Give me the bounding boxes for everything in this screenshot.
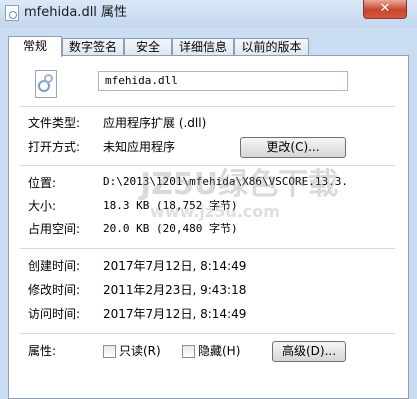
location-value: D:\2013\1201\mfehida\X86\VSCORE.13.3.0.	[103, 175, 348, 188]
close-icon: ✕	[379, 1, 391, 16]
accessed-label: 访问时间:	[28, 307, 81, 321]
dll-file-icon	[5, 5, 19, 21]
modified-value: 2011年2月23日, 9:43:18	[103, 283, 247, 297]
separator	[20, 248, 395, 249]
tab-previous-versions[interactable]: 以前的版本	[234, 38, 309, 56]
location-field[interactable]: D:\2013\1201\mfehida\X86\VSCORE.13.3.0.	[103, 174, 348, 192]
file-type-value: 应用程序扩展 (.dll)	[103, 116, 207, 130]
hidden-label[interactable]: 隐藏(H)	[198, 343, 240, 359]
tab-strip: 常规 数字签名 安全 详细信息 以前的版本	[8, 36, 409, 57]
location-label: 位置:	[28, 176, 57, 190]
separator	[20, 333, 395, 334]
opens-with-label: 打开方式:	[28, 140, 81, 154]
separator	[20, 106, 395, 107]
size-on-disk-label: 占用空间:	[28, 222, 81, 236]
size-value: 18.3 KB (18,752 字节)	[103, 199, 238, 212]
file-type-label: 文件类型:	[28, 116, 81, 130]
size-label: 大小:	[28, 199, 57, 213]
advanced-button[interactable]: 高级(D)...	[272, 341, 346, 362]
readonly-label[interactable]: 只读(R)	[119, 343, 161, 359]
hidden-checkbox[interactable]	[182, 345, 195, 358]
attributes-label: 属性:	[28, 344, 57, 358]
properties-window: mfehida.dll 属性 ✕ 常规 数字签名 安全 详细信息 以前的版本 m…	[0, 0, 417, 399]
created-label: 创建时间:	[28, 259, 81, 273]
file-name-field[interactable]: mfehida.dll	[98, 71, 348, 91]
modified-label: 修改时间:	[28, 283, 81, 297]
close-button[interactable]: ✕	[363, 0, 407, 19]
window-title: mfehida.dll 属性	[24, 5, 128, 20]
created-value: 2017年7月12日, 8:14:49	[103, 259, 247, 273]
change-button[interactable]: 更改(C)...	[240, 137, 346, 158]
tab-details[interactable]: 详细信息	[172, 38, 234, 56]
tab-general[interactable]: 常规	[8, 36, 62, 57]
tab-digital-signatures[interactable]: 数字签名	[62, 38, 124, 56]
separator	[20, 165, 395, 166]
readonly-checkbox[interactable]	[103, 345, 116, 358]
size-on-disk-value: 20.0 KB (20,480 字节)	[103, 222, 238, 235]
dll-file-icon-large	[35, 70, 57, 98]
title-bar[interactable]: mfehida.dll 属性 ✕	[0, 0, 417, 28]
opens-with-value: 未知应用程序	[103, 140, 176, 154]
tab-security[interactable]: 安全	[124, 38, 172, 56]
accessed-value: 2017年7月12日, 8:14:49	[103, 307, 247, 321]
